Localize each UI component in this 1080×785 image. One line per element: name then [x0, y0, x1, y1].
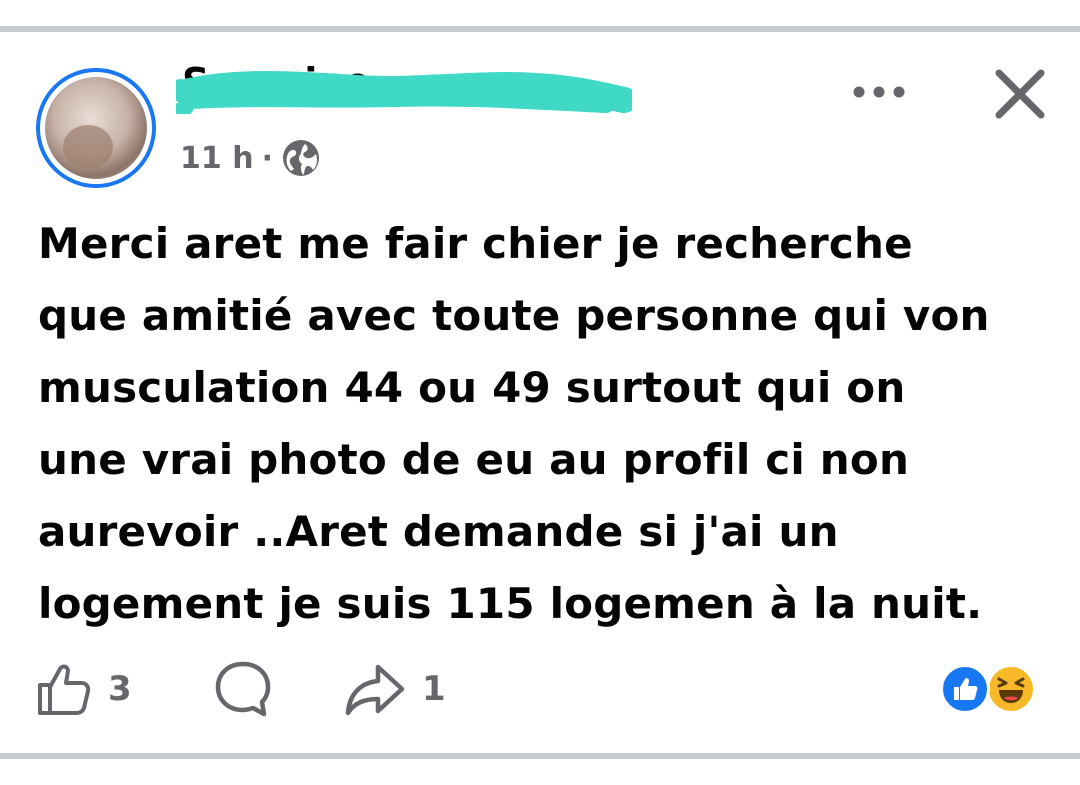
post-action-bar: 3 1	[0, 654, 1080, 724]
haha-reaction-icon	[986, 664, 1036, 714]
share-icon	[345, 664, 405, 716]
more-horizontal-icon	[853, 86, 905, 98]
like-reaction-icon	[940, 664, 990, 714]
close-post-button[interactable]	[988, 62, 1052, 126]
post-timestamp[interactable]: 11 h	[180, 141, 254, 176]
post-text-line: une vrai photo de eu au profil ci non	[38, 435, 910, 484]
avatar-photo	[45, 77, 147, 179]
author-name-area[interactable]: Severine	[176, 58, 632, 118]
post-frame: Severine 11 h · Merci aret me fair chier…	[0, 0, 1080, 785]
reactions-summary[interactable]	[940, 664, 1044, 716]
feed-divider-bottom	[0, 753, 1080, 759]
post-text-line: logement je suis 115 logemen à la nuit.	[38, 579, 983, 628]
share-count: 1	[422, 669, 446, 709]
globe-icon[interactable]	[281, 138, 321, 178]
post-text-line: musculation 44 ou 49 surtout qui on	[38, 363, 906, 412]
like-button[interactable]: 3	[36, 654, 132, 724]
post-text-line: aurevoir ..Aret demande si j'ai un	[38, 507, 839, 556]
post-text-line: Merci aret me fair chier je recherche	[38, 219, 913, 268]
thumbs-up-icon	[38, 664, 91, 715]
close-icon	[995, 69, 1045, 119]
author-avatar[interactable]	[36, 68, 156, 188]
share-button[interactable]: 1	[344, 654, 446, 724]
post-text-line: que amitié avec toute personne qui von	[38, 291, 990, 340]
comment-icon	[215, 661, 271, 717]
post-body: Merci aret me fair chier je recherche qu…	[38, 208, 1048, 640]
like-count: 3	[108, 669, 132, 709]
more-options-button[interactable]	[846, 72, 912, 112]
meta-separator: ·	[261, 140, 273, 176]
comment-button[interactable]	[212, 654, 274, 724]
post-meta: 11 h ·	[180, 138, 321, 178]
redaction-scribble	[176, 71, 632, 114]
